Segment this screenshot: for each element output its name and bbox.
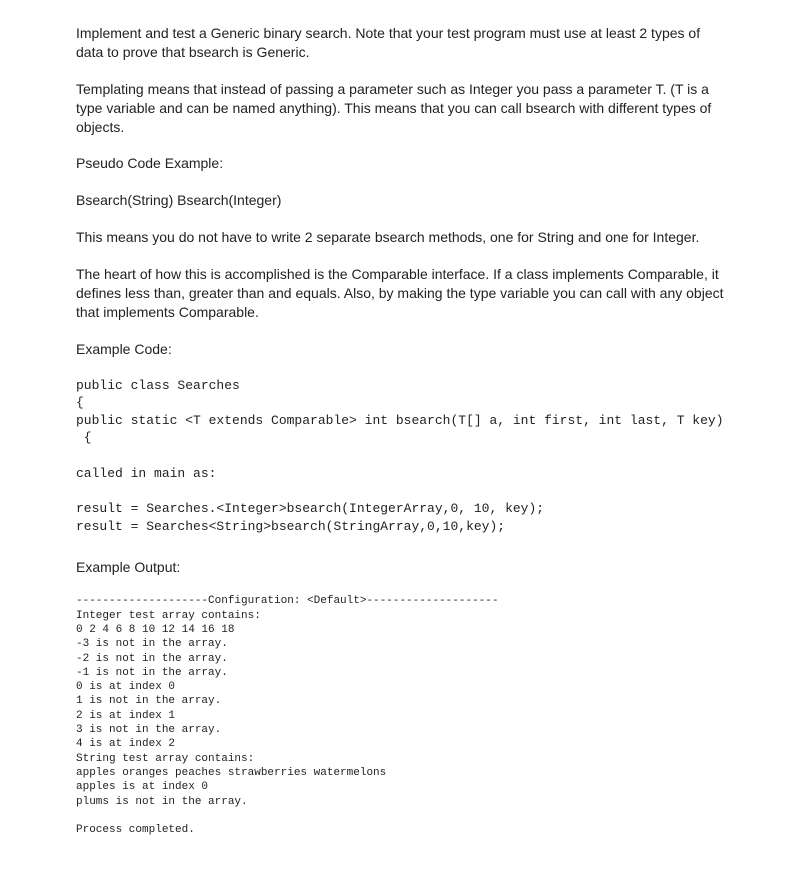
- paragraph-templating: Templating means that instead of passing…: [76, 80, 731, 137]
- code-block-class: public class Searches { public static <T…: [76, 377, 801, 447]
- paragraph-comparable: The heart of how this is accomplished is…: [76, 265, 731, 322]
- heading-example-code: Example Code:: [76, 340, 731, 359]
- output-block-completed: Process completed.: [76, 823, 801, 837]
- paragraph-intro: Implement and test a Generic binary sear…: [76, 24, 731, 62]
- output-block-main: --------------------Configuration: <Defa…: [76, 594, 801, 808]
- heading-pseudo-example: Pseudo Code Example:: [76, 154, 731, 173]
- pseudo-code-line: Bsearch(String) Bsearch(Integer): [76, 191, 731, 210]
- paragraph-no-separate: This means you do not have to write 2 se…: [76, 228, 731, 247]
- heading-example-output: Example Output:: [76, 558, 731, 577]
- code-block-calls: result = Searches.<Integer>bsearch(Integ…: [76, 500, 801, 535]
- code-block-called-label: called in main as:: [76, 465, 801, 483]
